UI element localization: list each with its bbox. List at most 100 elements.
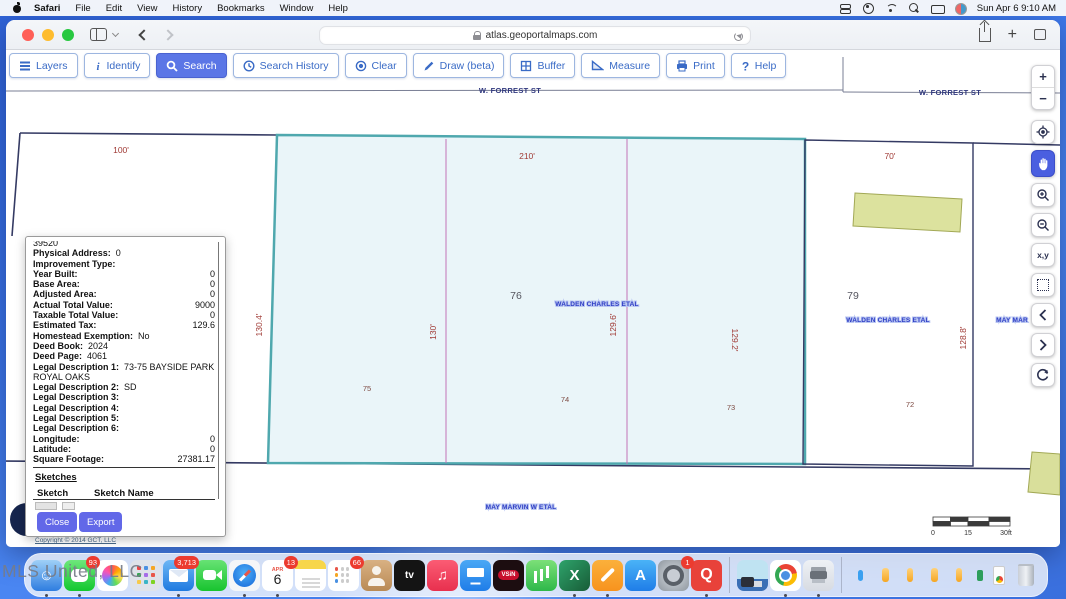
help-button[interactable]: ?Help <box>731 53 787 78</box>
trash-dock-icon[interactable] <box>1010 560 1041 591</box>
contacts-dock-icon[interactable] <box>361 560 392 591</box>
chrome-dock-icon[interactable] <box>770 560 801 591</box>
sketch-column-header: Sketch <box>37 488 68 499</box>
svg-text:72: 72 <box>906 400 914 409</box>
stocks-dock-icon[interactable] <box>526 560 557 591</box>
sketch-thumbnail[interactable] <box>35 502 57 510</box>
help-label: Help <box>755 60 777 72</box>
field-row: Actual Total Value:9000 <box>33 300 215 310</box>
menu-bookmarks[interactable]: Bookmarks <box>217 3 265 14</box>
minimize-window-button[interactable] <box>42 29 54 41</box>
quicken-dock-icon[interactable]: Q <box>691 560 722 591</box>
clear-button[interactable]: Clear <box>345 53 407 78</box>
safari-dock-icon[interactable] <box>229 560 260 591</box>
menubar-status-icons <box>839 3 966 14</box>
sketches-link[interactable]: Sketches <box>35 472 77 483</box>
pages-dock-icon[interactable] <box>592 560 623 591</box>
minimized-green-dock-icon[interactable] <box>977 570 982 581</box>
field-value: 27381.17 <box>177 454 215 464</box>
minimized-blue-dock-icon[interactable] <box>858 570 863 581</box>
menu-history[interactable]: History <box>173 3 203 14</box>
zoom-out-button[interactable]: − <box>1032 88 1054 109</box>
stack-status-icon[interactable] <box>839 3 851 14</box>
export-button[interactable]: Export <box>79 512 122 532</box>
tab-overview-icon[interactable] <box>1034 29 1046 40</box>
facetime-dock-icon[interactable] <box>196 560 227 591</box>
identify-button[interactable]: iIdentify <box>84 53 151 78</box>
search-button[interactable]: Search <box>156 53 226 78</box>
sketch-thumbnail[interactable] <box>62 502 75 510</box>
copyright-text[interactable]: Copyright © 2014 GCT, LLC <box>35 537 116 544</box>
previous-extent-tool[interactable] <box>1031 303 1055 327</box>
reload-icon[interactable] <box>734 32 743 41</box>
parcel-olive-bottom-right[interactable] <box>1028 452 1060 495</box>
search-history-button[interactable]: Search History <box>233 53 339 78</box>
back-button[interactable] <box>138 29 149 40</box>
minimized-window-dock-icon[interactable] <box>993 566 1005 585</box>
geolocate-tool[interactable] <box>1031 120 1055 144</box>
address-bar[interactable]: atlas.geoportalmaps.com <box>319 26 751 45</box>
building-footprint[interactable] <box>853 193 962 232</box>
refresh-tool[interactable] <box>1031 363 1055 387</box>
forward-button[interactable] <box>162 29 173 40</box>
field-value: 0 <box>210 434 215 444</box>
minimized-orange-4-dock-icon[interactable] <box>956 568 963 582</box>
excel-dock-icon[interactable]: X <box>559 560 590 591</box>
pictures-stack-dock-icon[interactable] <box>737 560 768 591</box>
buffer-button[interactable]: Buffer <box>510 53 575 78</box>
notes-dock-icon[interactable] <box>295 560 326 591</box>
cc-status-icon[interactable] <box>954 3 966 14</box>
music-dock-icon[interactable]: ♫ <box>427 560 458 591</box>
svg-text:129.6': 129.6' <box>608 313 618 336</box>
close-window-button[interactable] <box>22 29 34 41</box>
zoom-in-box-tool[interactable] <box>1031 183 1055 207</box>
apple-tv-dock-icon[interactable]: tv <box>394 560 425 591</box>
mail-dock-icon[interactable]: 3,713 <box>163 560 194 591</box>
svg-text:129.2': 129.2' <box>730 329 740 352</box>
measure-button[interactable]: Measure <box>581 53 660 78</box>
system-settings-dock-icon[interactable]: 1 <box>658 560 689 591</box>
zoom-out-box-tool[interactable] <box>1031 213 1055 237</box>
vsin-dock-icon[interactable]: VSiN <box>493 560 524 591</box>
menu-window[interactable]: Window <box>280 3 314 14</box>
selected-parcel[interactable] <box>268 135 805 464</box>
minimized-orange-1-dock-icon[interactable] <box>882 568 889 582</box>
printer-running-dot <box>817 594 820 597</box>
user-status-icon[interactable] <box>862 3 874 14</box>
popup-scrollbar[interactable] <box>218 242 219 499</box>
apple-logo-icon[interactable] <box>13 3 22 13</box>
xy-coordinates-tool[interactable]: x,y <box>1031 243 1055 267</box>
wifi-status-icon[interactable] <box>885 3 897 14</box>
minimized-orange-2-dock-icon[interactable] <box>907 568 914 582</box>
new-tab-icon[interactable]: + <box>1008 30 1017 40</box>
pan-hand-tool[interactable] <box>1031 150 1055 177</box>
share-icon[interactable] <box>979 28 991 42</box>
app-store-dock-icon[interactable]: A <box>625 560 656 591</box>
minimized-orange-3-dock-icon[interactable] <box>931 568 938 582</box>
calendar-dock-icon[interactable]: APR613 <box>262 560 293 591</box>
close-button[interactable]: Close <box>37 512 77 532</box>
draw-button[interactable]: Draw (beta) <box>413 53 505 78</box>
keynote-dock-icon[interactable] <box>460 560 491 591</box>
menubar-clock[interactable]: Sun Apr 6 9:10 AM <box>977 3 1056 14</box>
menu-file[interactable]: File <box>75 3 90 14</box>
sidebar-chevron-icon[interactable] <box>112 30 119 37</box>
menu-help[interactable]: Help <box>328 3 348 14</box>
parcel-79-boundary[interactable] <box>803 140 973 466</box>
search-status-icon[interactable] <box>908 3 920 14</box>
menu-edit[interactable]: Edit <box>106 3 122 14</box>
menu-view[interactable]: View <box>137 3 157 14</box>
sidebar-toggle-icon[interactable] <box>90 28 107 41</box>
zoom-in-button[interactable]: + <box>1032 66 1054 87</box>
fullscreen-window-button[interactable] <box>62 29 74 41</box>
select-extent-tool[interactable] <box>1031 273 1055 297</box>
reminders-dock-icon[interactable]: 66 <box>328 560 359 591</box>
kb-status-icon[interactable] <box>931 3 943 14</box>
layers-button[interactable]: Layers <box>9 53 78 78</box>
printer-dock-icon[interactable] <box>803 560 834 591</box>
draw-icon <box>423 60 435 72</box>
svg-text:15: 15 <box>964 530 972 537</box>
next-extent-tool[interactable] <box>1031 333 1055 357</box>
menu-safari[interactable]: Safari <box>34 3 60 14</box>
print-button[interactable]: Print <box>666 53 725 78</box>
